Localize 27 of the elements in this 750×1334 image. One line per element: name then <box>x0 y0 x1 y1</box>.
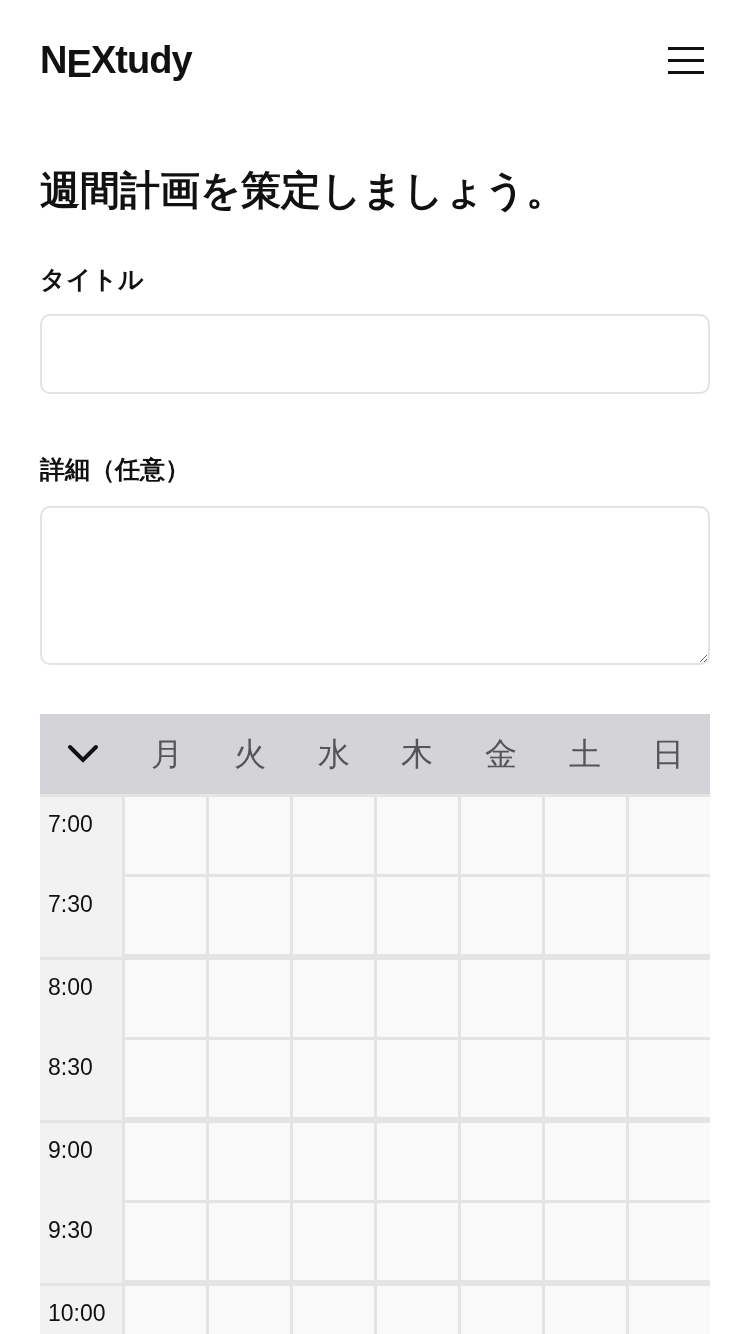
chevron-icon <box>66 744 99 764</box>
time-label: 10:00 <box>48 1300 106 1326</box>
day-header: 金 <box>484 734 519 775</box>
time-label: 9:00 <box>48 1137 93 1163</box>
day-header: 水 <box>316 734 351 775</box>
slot-cell[interactable] <box>629 797 710 874</box>
slot-cell[interactable] <box>629 877 710 954</box>
menu-icon[interactable] <box>668 46 704 74</box>
slot-cell[interactable] <box>629 1203 710 1280</box>
title-input[interactable] <box>40 314 710 394</box>
time-label: 8:00 <box>48 974 93 1000</box>
field-label: タイトル <box>40 264 145 295</box>
time-label: 7:00 <box>48 811 93 837</box>
day-header: 月 <box>149 734 184 775</box>
slot-cell[interactable] <box>629 1040 710 1117</box>
day-header: 火 <box>233 734 268 775</box>
time-label: 7:30 <box>48 891 93 917</box>
time-label: 9:30 <box>48 1217 93 1243</box>
page-heading: 週間計画を策定しましょう。 <box>40 166 567 215</box>
day-header: 土 <box>567 734 602 775</box>
time-label: 8:30 <box>48 1054 93 1080</box>
day-header: 日 <box>651 734 686 775</box>
detail-textarea[interactable] <box>40 506 710 665</box>
slot-cell[interactable] <box>629 960 710 1037</box>
slot-cell[interactable] <box>629 1123 710 1200</box>
day-header: 木 <box>400 734 435 775</box>
field-label: 詳細（任意） <box>40 454 191 485</box>
